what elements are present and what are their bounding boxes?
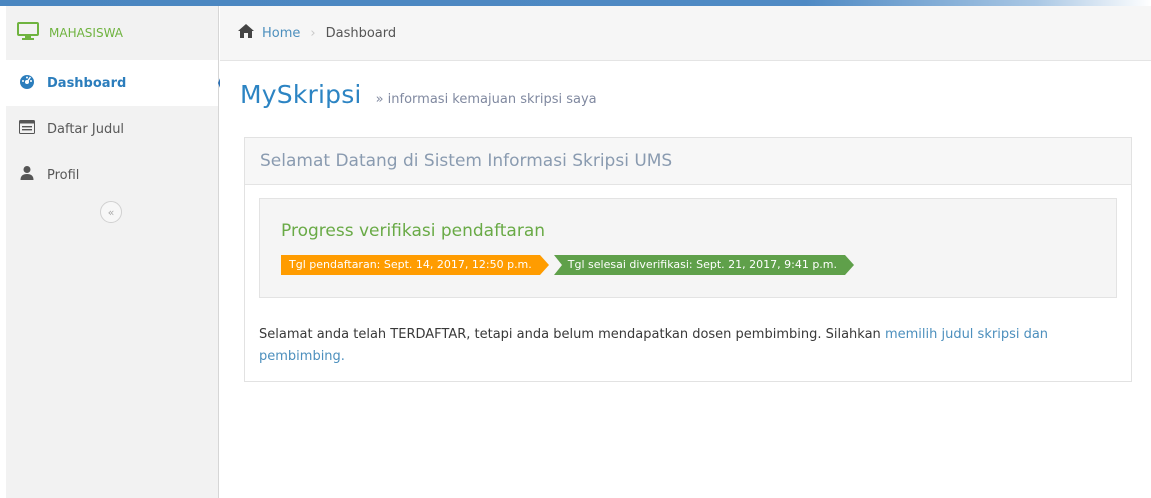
desktop-icon [17, 22, 39, 44]
status-message: Selamat anda telah TERDAFTAR, tetapi and… [259, 324, 1119, 368]
panel-title: Selamat Datang di Sistem Informasi Skrip… [245, 138, 1131, 185]
breadcrumb-home-link[interactable]: Home [262, 26, 300, 41]
progress-tags: Tgl pendaftaran: Sept. 14, 2017, 12:50 p… [281, 255, 855, 275]
user-icon [19, 165, 35, 185]
sidebar-item-dashboard[interactable]: Dashboard [6, 60, 226, 106]
main-content: Home › Dashboard MySkripsi » informasi k… [220, 6, 1151, 498]
sidebar-item-label: Daftar Judul [47, 121, 125, 137]
brand-label: MAHASISWA [49, 26, 123, 40]
registration-date-badge: Tgl pendaftaran: Sept. 14, 2017, 12:50 p… [281, 255, 549, 275]
sidebar-collapse-button[interactable]: « [100, 201, 122, 223]
home-icon [238, 24, 254, 42]
double-chevron-left-icon: « [107, 205, 115, 219]
sidebar: MAHASISWA Dashboard Daftar Judul Profil … [6, 6, 226, 498]
breadcrumb-current: Dashboard [325, 25, 397, 41]
sidebar-brand[interactable]: MAHASISWA [6, 6, 218, 60]
sidebar-item-label: Profil [47, 167, 80, 183]
progress-well: Progress verifikasi pendaftaran Tgl pend… [259, 198, 1117, 298]
sidebar-item-profil[interactable]: Profil [6, 152, 218, 198]
verification-date-badge: Tgl selesai diverifikasi: Sept. 21, 2017… [553, 255, 855, 275]
status-message-text: Selamat anda telah TERDAFTAR, tetapi and… [259, 327, 885, 342]
page-header: MySkripsi » informasi kemajuan skripsi s… [240, 80, 597, 109]
sidebar-item-label: Dashboard [47, 75, 127, 91]
progress-title: Progress verifikasi pendaftaran [281, 221, 546, 241]
breadcrumb: Home › Dashboard [220, 6, 1151, 61]
breadcrumb-separator: › [310, 25, 316, 41]
page-subtitle: » informasi kemajuan skripsi saya [375, 92, 597, 107]
welcome-panel: Selamat Datang di Sistem Informasi Skrip… [244, 137, 1132, 382]
sidebar-item-daftar-judul[interactable]: Daftar Judul [6, 106, 218, 152]
dashboard-icon [19, 73, 35, 93]
page-title: MySkripsi [240, 80, 362, 109]
list-icon [19, 120, 35, 138]
